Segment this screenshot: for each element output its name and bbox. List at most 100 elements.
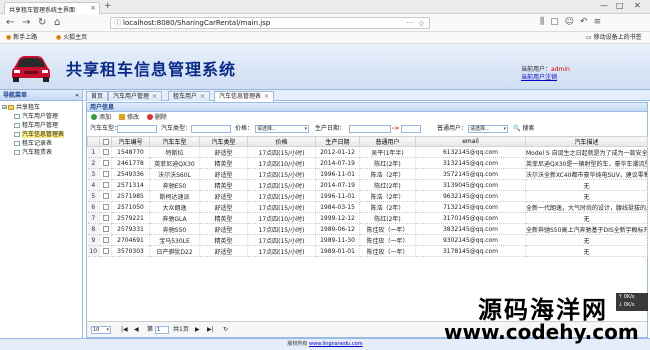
checkbox[interactable] (102, 160, 109, 166)
maximize-icon[interactable]: □ (616, 1, 624, 10)
table-row[interactable]: 5 2571985 斯柯达速派 舒适型 17点四(15/小时) 1996-11-01 陈浩（… (87, 190, 648, 202)
row-checkbox-cell[interactable] (99, 201, 112, 213)
checkbox[interactable] (102, 193, 109, 199)
home-icon[interactable]: ⌂ (54, 17, 60, 29)
collapse-icon[interactable]: « (75, 90, 79, 101)
row-checkbox-cell[interactable] (99, 190, 112, 202)
checkbox[interactable] (102, 182, 109, 188)
tab-3[interactable]: 汽车信息管理表 × (214, 91, 275, 102)
sidebar-item[interactable]: 汽车信息管理表 (2, 130, 80, 139)
logout-link[interactable]: 当前用户注销 (521, 74, 557, 81)
first-page-icon[interactable]: |◀ (121, 322, 128, 338)
table-cell: 17点四(15/小时) (247, 201, 316, 213)
url-bar[interactable]: ⓘ localhost:8080/SharingCarRental/main.j… (110, 17, 430, 29)
date-to-input[interactable] (401, 125, 421, 133)
prev-page-icon[interactable]: ◀ (134, 322, 139, 338)
row-checkbox-cell[interactable] (99, 157, 112, 169)
checkbox[interactable] (102, 149, 109, 155)
sidebar-item[interactable]: 汽车用户管理 (2, 112, 80, 121)
footer-link[interactable]: www.lingnanedu.com (309, 341, 363, 347)
bookmark-firefox-home[interactable]: ● 火狐主页 (56, 32, 87, 44)
table-cell: 2579221 (111, 212, 150, 224)
next-page-icon[interactable]: ▶ (195, 322, 200, 338)
bookmark-newbie[interactable]: ● 新手上路 (6, 32, 37, 44)
page-actions-icon[interactable]: ··· (406, 18, 413, 29)
last-page-icon[interactable]: ▶| (207, 322, 214, 338)
edit-button[interactable]: 修改 (118, 112, 139, 123)
window-close-icon[interactable]: ✕ (634, 1, 641, 10)
sidebar-item[interactable]: 租车记录表 (2, 139, 80, 148)
tree-collapse-icon[interactable]: ⊟ (2, 104, 7, 111)
column-header[interactable]: 汽车描述 (525, 136, 648, 147)
column-header[interactable]: email (415, 136, 526, 147)
back-icon[interactable]: ← (6, 17, 14, 29)
bookmarks-bar: ● 新手上路 ● 火狐主页 ▭ 移动设备上的书签 (0, 32, 650, 44)
column-header[interactable]: 生产日期 (315, 136, 360, 147)
minimize-icon[interactable]: — (600, 1, 608, 10)
tab-1[interactable]: 汽车用户管理 × (108, 91, 163, 101)
bookmark-star-icon[interactable]: ☆ (418, 18, 425, 29)
row-checkbox-cell[interactable] (99, 212, 112, 224)
table-row[interactable]: 9 2704691 宝马530LE 精英型 17点四(15/小时) 1989-11-30 陈… (87, 234, 648, 246)
tab-2[interactable]: 租车用户 × (168, 91, 211, 101)
tab-close-icon[interactable]: × (264, 93, 269, 100)
checkbox[interactable] (102, 138, 109, 145)
car-no-label: 汽车车型： (90, 125, 121, 132)
column-header[interactable]: 汽车类型 (199, 136, 248, 147)
row-checkbox-cell[interactable] (99, 234, 112, 246)
tab-close-icon[interactable]: × (200, 93, 205, 100)
new-tab-icon[interactable]: + (104, 1, 112, 11)
tab-0[interactable]: 首页 (86, 91, 109, 101)
column-header[interactable]: 普通用户 (359, 136, 416, 147)
browser-tab[interactable]: 共享租车管理系统主界面 × (4, 2, 100, 14)
table-row[interactable]: 4 2571314 奔驰E50 精英型 17点四(15/小时) 2014-07-19 陈红(… (87, 179, 648, 191)
toolbar-icons[interactable]: ⫼▢☺↶≡ (540, 17, 607, 27)
checkbox[interactable] (102, 248, 109, 254)
car-no-input[interactable] (117, 125, 157, 133)
tree-root[interactable]: ⊟ 共享租车 (2, 103, 80, 112)
page-size-select[interactable]: 10 (91, 326, 111, 334)
search-button[interactable]: 🔍 搜索 (513, 123, 534, 135)
car-type-input[interactable] (191, 125, 231, 133)
row-checkbox-cell[interactable] (99, 223, 112, 235)
page-input[interactable]: 1 (155, 326, 169, 334)
select-all-checkbox[interactable] (99, 136, 112, 147)
reload-icon[interactable]: ↻ (38, 17, 46, 29)
mobile-bookmarks[interactable]: ▭ 移动设备上的书签 (586, 32, 642, 44)
row-checkbox-cell[interactable] (99, 146, 112, 158)
row-number: 5 (87, 190, 100, 202)
table-row[interactable]: 3 2549336 沃尔沃S60L 舒适型 17点四(15/小时) 1996-11-01 陈… (87, 168, 648, 180)
price-select[interactable]: 请选择... (255, 125, 309, 133)
row-checkbox-cell[interactable] (99, 245, 112, 257)
user-select[interactable]: 请选择... (468, 125, 508, 133)
table-row[interactable]: 10 3570303 日产骐犹D22 舒适型 17点四(15/小时) 1989-01-01… (87, 245, 648, 257)
checkbox[interactable] (102, 171, 109, 177)
table-cell: 陈红(2年) (359, 179, 416, 191)
row-checkbox-cell[interactable] (99, 179, 112, 191)
tab-close-icon[interactable]: × (152, 93, 157, 100)
tab-close-icon[interactable]: × (90, 4, 96, 12)
table-row[interactable]: 8 2579331 奔驰S50 舒适型 17点四(15/小时) 1989-06-12 陈佳玫… (87, 223, 648, 235)
checkbox[interactable] (102, 215, 109, 221)
forward-icon[interactable]: → (22, 17, 30, 29)
add-button[interactable]: 添加 (91, 112, 111, 123)
refresh-icon[interactable]: ↻ (223, 322, 228, 338)
tab-label: 汽车用户管理 (113, 93, 150, 100)
checkbox[interactable] (102, 226, 109, 232)
column-header[interactable]: 汽车车型 (149, 136, 200, 147)
column-header[interactable]: 价格 (247, 136, 316, 147)
row-checkbox-cell[interactable] (99, 168, 112, 180)
table-row[interactable]: 1 1548770 特斯拉 舒适型 17点四(15/小时) 2012-01-12 吴平(1年… (87, 146, 648, 158)
sidebar-item[interactable]: 汽车租赁表 (2, 148, 80, 157)
table-row[interactable]: 2 2461778 英菲尼迪QX30 精英型 17点四(10/小时) 2014-07-19… (87, 157, 648, 169)
table-row[interactable]: 6 2571050 大众朗逸 舒适型 17点四(15/小时) 1984-03-15 陈浩（2… (87, 201, 648, 213)
file-icon (14, 150, 20, 155)
table-row[interactable]: 7 2579221 奔驰GLA 精英型 17点四(10/小时) 1999-12-12 陈红(… (87, 212, 648, 224)
date-from-input[interactable] (349, 125, 391, 133)
info-icon[interactable]: ⓘ (114, 18, 121, 29)
delete-button[interactable]: 删除 (146, 112, 167, 123)
checkbox[interactable] (102, 204, 109, 210)
checkbox[interactable] (102, 237, 109, 243)
sidebar-item[interactable]: 租车用户管理 (2, 121, 80, 130)
column-header[interactable]: 汽车编号 (111, 136, 150, 147)
